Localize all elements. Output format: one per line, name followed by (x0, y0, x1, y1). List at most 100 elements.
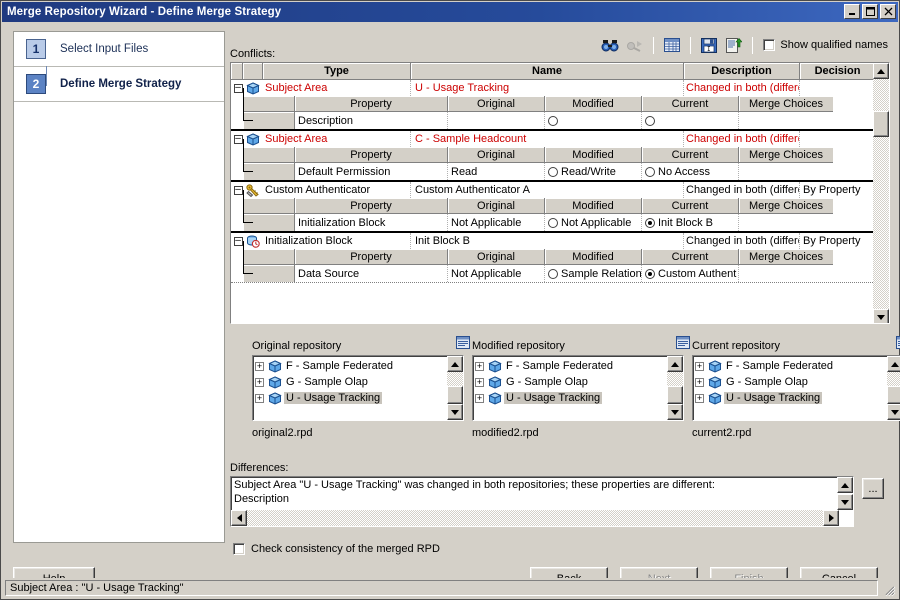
expand-icon[interactable]: + (475, 394, 484, 403)
grid-view-icon[interactable] (661, 35, 683, 56)
scroll-up-button[interactable] (837, 477, 853, 493)
list-item[interactable]: + U - Usage Tracking (475, 390, 666, 406)
current-radio[interactable] (645, 167, 655, 177)
scroll-down-button[interactable] (873, 309, 889, 324)
expand-icon[interactable]: + (255, 362, 264, 371)
list-item[interactable]: + F - Sample Federated (255, 358, 446, 374)
differences-expand-button[interactable]: ... (862, 478, 884, 499)
list-item[interactable]: + F - Sample Federated (475, 358, 666, 374)
list-item[interactable]: + F - Sample Federated (695, 358, 886, 374)
differences-textarea[interactable]: Subject Area "U - Usage Tracking" was ch… (230, 476, 854, 527)
property-modified[interactable]: Read/Write (545, 163, 642, 180)
find-icon[interactable] (599, 35, 621, 56)
current-radio[interactable] (645, 116, 655, 126)
hscrollbar-track[interactable] (247, 510, 823, 526)
grid-header-decision[interactable]: Decision (800, 63, 875, 80)
grid-header-tree[interactable] (231, 63, 243, 80)
conflict-decision[interactable]: By Property (800, 182, 875, 198)
property-current[interactable] (642, 112, 739, 129)
scroll-up-button[interactable] (887, 356, 900, 372)
expand-icon[interactable]: + (695, 378, 704, 387)
property-merge-choices[interactable] (739, 112, 833, 129)
modified-radio[interactable] (548, 218, 558, 228)
conflicts-scrollbar[interactable] (873, 63, 889, 324)
scroll-right-button[interactable] (823, 510, 839, 526)
property-row[interactable]: Default Permission Read Read/Write No Ac… (231, 163, 875, 180)
conflict-decision[interactable]: By Property (800, 233, 875, 249)
scrollbar-thumb[interactable] (873, 111, 889, 137)
scroll-down-button[interactable] (447, 404, 463, 420)
scrollbar-thumb[interactable] (447, 386, 463, 404)
property-current[interactable]: Custom Authent (642, 265, 739, 282)
current-radio[interactable] (645, 269, 655, 279)
table-row[interactable]: Initialization Block Init Block B Change… (231, 233, 875, 249)
property-merge-choices[interactable] (739, 214, 833, 231)
scroll-down-button[interactable] (837, 494, 853, 510)
list-item[interactable]: + U - Usage Tracking (695, 390, 886, 406)
property-current[interactable]: No Access (642, 163, 739, 180)
grid-header-type[interactable]: Type (263, 63, 411, 80)
save-decisions-icon[interactable]: I (698, 35, 720, 56)
expander-icon[interactable] (234, 135, 243, 144)
list-item[interactable]: + G - Sample Olap (475, 374, 666, 390)
expander-icon[interactable] (234, 84, 243, 93)
list-item[interactable]: + G - Sample Olap (255, 374, 446, 390)
original-repository-scrollbar[interactable] (447, 356, 463, 420)
grid-header-name[interactable]: Name (411, 63, 684, 80)
property-row[interactable]: Description (231, 112, 875, 129)
modified-radio[interactable] (548, 167, 558, 177)
modified-radio[interactable] (548, 269, 558, 279)
property-row[interactable]: Initialization Block Not Applicable Not … (231, 214, 875, 231)
list-item[interactable]: + U - Usage Tracking (255, 390, 446, 406)
expand-icon[interactable]: + (695, 362, 704, 371)
scroll-down-button[interactable] (667, 404, 683, 420)
modified-radio[interactable] (548, 116, 558, 126)
property-merge-choices[interactable] (739, 265, 833, 282)
current-radio[interactable] (645, 218, 655, 228)
table-row[interactable]: Subject Area C - Sample Headcount Change… (231, 131, 875, 147)
conflicts-grid[interactable]: Type Name Description Decision (230, 62, 890, 324)
minimize-button[interactable] (844, 4, 860, 19)
sidebar-item-define-merge-strategy[interactable]: 2 Define Merge Strategy (14, 67, 224, 102)
scrollbar-thumb[interactable] (667, 386, 683, 404)
current-repository-tree[interactable]: + F - Sample Federated + G - Sample Olap… (692, 355, 900, 421)
show-qualified-names-box[interactable] (763, 39, 775, 51)
original-repository-tree[interactable]: + F - Sample Federated + G - Sample Olap… (252, 355, 464, 421)
current-repository-view-icon[interactable] (896, 336, 900, 352)
grid-header-description[interactable]: Description (684, 63, 800, 80)
scroll-left-button[interactable] (231, 510, 247, 526)
differences-vscrollbar[interactable] (837, 477, 853, 511)
grid-header-icon[interactable] (243, 63, 263, 80)
sidebar-item-select-input-files[interactable]: 1 Select Input Files (14, 32, 224, 67)
show-qualified-names-checkbox[interactable]: Show qualified names (763, 39, 888, 51)
expand-icon[interactable]: + (475, 378, 484, 387)
modified-repository-view-icon[interactable] (676, 336, 690, 352)
expand-icon[interactable]: + (475, 362, 484, 371)
maximize-button[interactable] (862, 4, 878, 19)
original-repository-view-icon[interactable] (456, 336, 470, 352)
property-modified[interactable]: Sample Relational (545, 265, 642, 282)
expander-icon[interactable] (234, 237, 243, 246)
property-modified[interactable]: Not Applicable (545, 214, 642, 231)
close-button[interactable] (880, 4, 896, 19)
resize-grip-icon[interactable] (882, 583, 896, 597)
property-current[interactable]: Init Block B (642, 214, 739, 231)
property-row[interactable]: Data Source Not Applicable Sample Relati… (231, 265, 875, 282)
scroll-up-button[interactable] (667, 356, 683, 372)
check-consistency-box[interactable] (233, 543, 245, 555)
list-item[interactable]: + G - Sample Olap (695, 374, 886, 390)
property-merge-choices[interactable] (739, 163, 833, 180)
scroll-up-button[interactable] (873, 63, 889, 79)
scrollbar-thumb[interactable] (887, 386, 900, 404)
current-repository-scrollbar[interactable] (887, 356, 900, 420)
check-consistency-checkbox[interactable]: Check consistency of the merged RPD (233, 543, 440, 555)
table-row[interactable]: Custom Authenticator Custom Authenticato… (231, 182, 875, 198)
load-decisions-icon[interactable] (723, 35, 745, 56)
expand-icon[interactable]: + (255, 394, 264, 403)
scroll-down-button[interactable] (887, 404, 900, 420)
scroll-up-button[interactable] (447, 356, 463, 372)
expand-icon[interactable]: + (695, 394, 704, 403)
expand-icon[interactable]: + (255, 378, 264, 387)
modified-repository-tree[interactable]: + F - Sample Federated + G - Sample Olap… (472, 355, 684, 421)
expander-icon[interactable] (234, 186, 243, 195)
